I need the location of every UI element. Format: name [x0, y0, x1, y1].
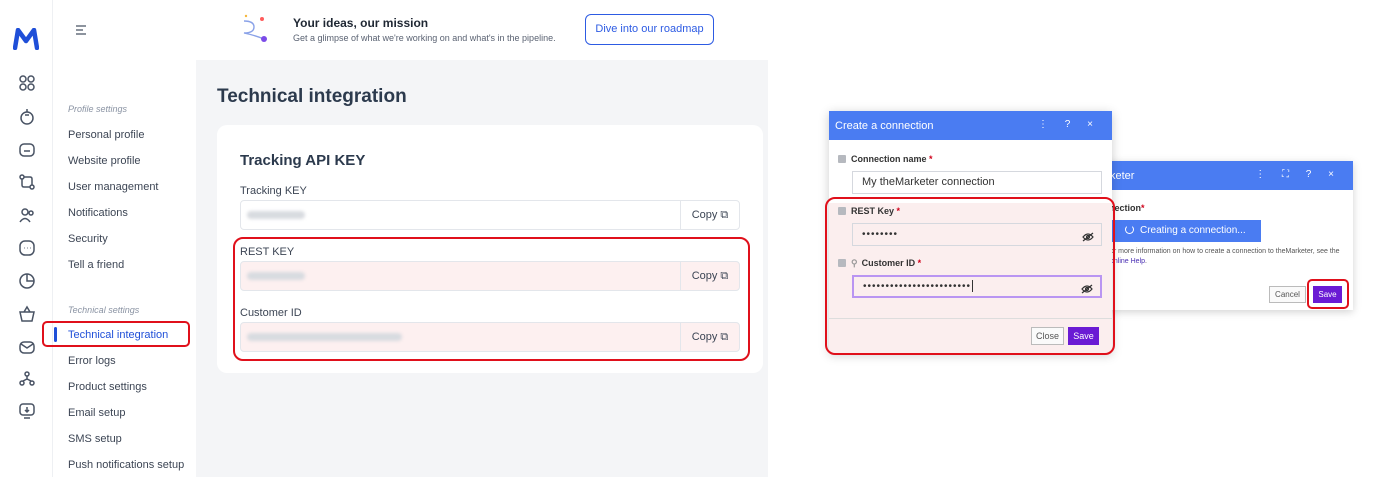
nav-error-logs[interactable]: Error logs	[68, 355, 116, 367]
audience-icon[interactable]	[18, 206, 36, 224]
dashboard-icon[interactable]	[18, 74, 36, 92]
nav-sms-setup[interactable]: SMS setup	[68, 433, 122, 445]
copy-tracking-key-button[interactable]: Copy ⧉	[680, 201, 739, 229]
tracking-key-label: Tracking KEY	[240, 185, 307, 197]
collapse-menu-icon[interactable]	[75, 23, 87, 41]
connection-name-label: Connection name *	[838, 154, 933, 164]
analytics-icon[interactable]	[18, 272, 36, 290]
settings-subnav: Profile settings Personal profile Websit…	[53, 0, 196, 477]
folder-icon[interactable]	[18, 141, 36, 159]
banner-title: Your ideas, our mission	[293, 16, 429, 30]
creating-connection-status: Creating a connection...	[1111, 220, 1261, 242]
nav-security[interactable]: Security	[68, 233, 108, 245]
online-help-link[interactable]: online Help	[1110, 258, 1145, 265]
spinner-icon	[1125, 225, 1134, 234]
nav-email-setup[interactable]: Email setup	[68, 407, 125, 419]
nav-personal-profile[interactable]: Personal profile	[68, 129, 144, 141]
flow-icon[interactable]	[18, 173, 36, 191]
app-window: Profile settings Personal profile Websit…	[0, 0, 768, 477]
cancel-button[interactable]: Cancel	[1269, 286, 1306, 303]
dialog-title: keter	[1110, 170, 1135, 182]
highlight-box-save	[1307, 279, 1349, 309]
banner-subtitle: Get a glimpse of what we're working on a…	[293, 33, 556, 43]
checkbox-icon[interactable]	[838, 155, 846, 163]
highlight-box-credentials	[825, 197, 1115, 355]
nav-tell-a-friend[interactable]: Tell a friend	[68, 259, 124, 271]
page-title: Technical integration	[217, 86, 407, 107]
help-text: or more information on how to create a c…	[1110, 248, 1340, 265]
email-icon[interactable]	[18, 338, 36, 356]
dialog-controls[interactable]: ⋮ ? ×	[1038, 119, 1100, 130]
card-title: Tracking API KEY	[240, 152, 366, 169]
roadmap-button[interactable]: Dive into our roadmap	[585, 14, 714, 45]
roadmap-banner: Your ideas, our mission Get a glimpse of…	[196, 0, 768, 60]
nav-website-profile[interactable]: Website profile	[68, 155, 141, 167]
dialog-controls[interactable]: ⋮ ⛶ ? ×	[1255, 169, 1341, 180]
network-icon[interactable]	[18, 370, 36, 388]
basket-icon[interactable]	[18, 305, 36, 323]
icon-sidebar	[0, 0, 53, 477]
nav-user-management[interactable]: User management	[68, 181, 159, 193]
roadmap-illustration-icon	[240, 13, 270, 48]
highlight-box-nav	[42, 321, 190, 347]
dialog-header: Create a connection ⋮ ? ×	[829, 111, 1112, 140]
logo[interactable]	[12, 27, 40, 55]
message-icon[interactable]	[18, 239, 36, 257]
tracking-key-field[interactable]: Copy ⧉	[240, 200, 740, 230]
dialog-title: Create a connection	[835, 120, 934, 132]
dialog-header: keter ⋮ ⛶ ? ×	[1106, 161, 1353, 190]
connection-name-input[interactable]: My theMarketer connection	[852, 171, 1102, 194]
technical-settings-label: Technical settings	[68, 305, 140, 315]
highlight-box-keys	[233, 237, 750, 361]
nav-product-settings[interactable]: Product settings	[68, 381, 147, 393]
download-icon[interactable]	[18, 402, 36, 420]
deals-icon[interactable]	[18, 108, 36, 126]
profile-settings-label: Profile settings	[68, 104, 128, 114]
nav-notifications[interactable]: Notifications	[68, 207, 128, 219]
nav-push-notifications-setup[interactable]: Push notifications setup	[68, 459, 184, 471]
copy-icon: ⧉	[717, 209, 729, 221]
